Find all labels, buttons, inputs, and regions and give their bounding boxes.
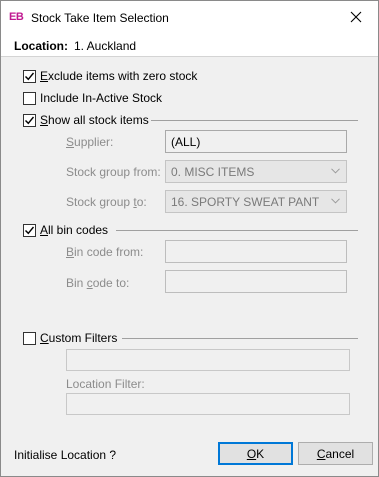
- checkmark-icon: [25, 226, 35, 234]
- location-value: 1. Auckland: [74, 39, 137, 53]
- chevron-down-icon: [331, 198, 340, 204]
- stock-group-from-label: Stock group from:: [66, 165, 161, 179]
- exclude-zero-stock-option[interactable]: Exclude items with zero stock: [23, 69, 197, 83]
- show-all-stock-label: Show all stock items: [40, 113, 149, 127]
- stock-group-to-value: 16. SPORTY SWEAT PANT: [171, 195, 320, 209]
- stock-take-dialog: EB Stock Take Item Selection Location: 1…: [0, 0, 379, 477]
- all-bin-codes-checkbox[interactable]: [23, 223, 36, 237]
- location-header: Location: 1. Auckland: [1, 33, 378, 57]
- bin-group-divider: [116, 230, 358, 231]
- ok-button[interactable]: OK: [218, 442, 293, 465]
- custom-filters-label: Custom Filters: [40, 331, 118, 345]
- custom-filters-divider: [122, 338, 358, 339]
- stock-group-to-label: Stock group to:: [66, 195, 147, 209]
- location-filter-label: Location Filter:: [66, 377, 145, 391]
- stock-group-from-select[interactable]: 0. MISC ITEMS: [165, 160, 347, 183]
- bin-code-to-field[interactable]: [165, 270, 347, 293]
- show-all-stock-checkbox[interactable]: [23, 113, 36, 127]
- bin-code-to-label: Bin code to:: [66, 276, 130, 290]
- supplier-label: Supplier:: [66, 135, 114, 149]
- location-filter-field[interactable]: [66, 393, 350, 415]
- location-label: Location:: [14, 39, 68, 53]
- all-bin-codes-label: All bin codes: [40, 223, 109, 237]
- include-inactive-label: Include In-Active Stock: [40, 91, 163, 105]
- supplier-field[interactable]: (ALL): [165, 130, 347, 153]
- exclude-zero-stock-checkbox[interactable]: [23, 69, 36, 83]
- title-bar: EB Stock Take Item Selection: [1, 1, 378, 33]
- window-title: Stock Take Item Selection: [31, 11, 169, 25]
- stock-group-divider: [151, 120, 358, 121]
- stock-group-from-value: 0. MISC ITEMS: [171, 165, 255, 179]
- bin-code-from-label: Bin code from:: [66, 245, 144, 259]
- checkmark-icon: [25, 116, 35, 124]
- custom-filter-field[interactable]: [66, 349, 350, 371]
- chevron-down-icon: [331, 168, 340, 174]
- cancel-button[interactable]: Cancel: [298, 442, 373, 465]
- custom-filters-checkbox[interactable]: [23, 331, 36, 345]
- checkmark-icon: [25, 72, 35, 80]
- close-icon: [350, 11, 362, 23]
- show-all-stock-option[interactable]: Show all stock items: [23, 113, 149, 127]
- initialise-location-label: Initialise Location ?: [14, 448, 117, 462]
- bin-code-from-field[interactable]: [165, 240, 347, 263]
- include-inactive-checkbox[interactable]: [23, 91, 36, 105]
- supplier-value: (ALL): [171, 135, 201, 149]
- all-bin-codes-option[interactable]: All bin codes: [23, 223, 108, 237]
- close-button[interactable]: [334, 1, 378, 33]
- include-inactive-option[interactable]: Include In-Active Stock: [23, 91, 162, 105]
- exclude-zero-stock-label: Exclude items with zero stock: [40, 69, 198, 83]
- stock-group-to-select[interactable]: 16. SPORTY SWEAT PANT: [165, 190, 347, 213]
- custom-filters-option[interactable]: Custom Filters: [23, 331, 117, 345]
- app-logo-icon: EB: [9, 11, 24, 23]
